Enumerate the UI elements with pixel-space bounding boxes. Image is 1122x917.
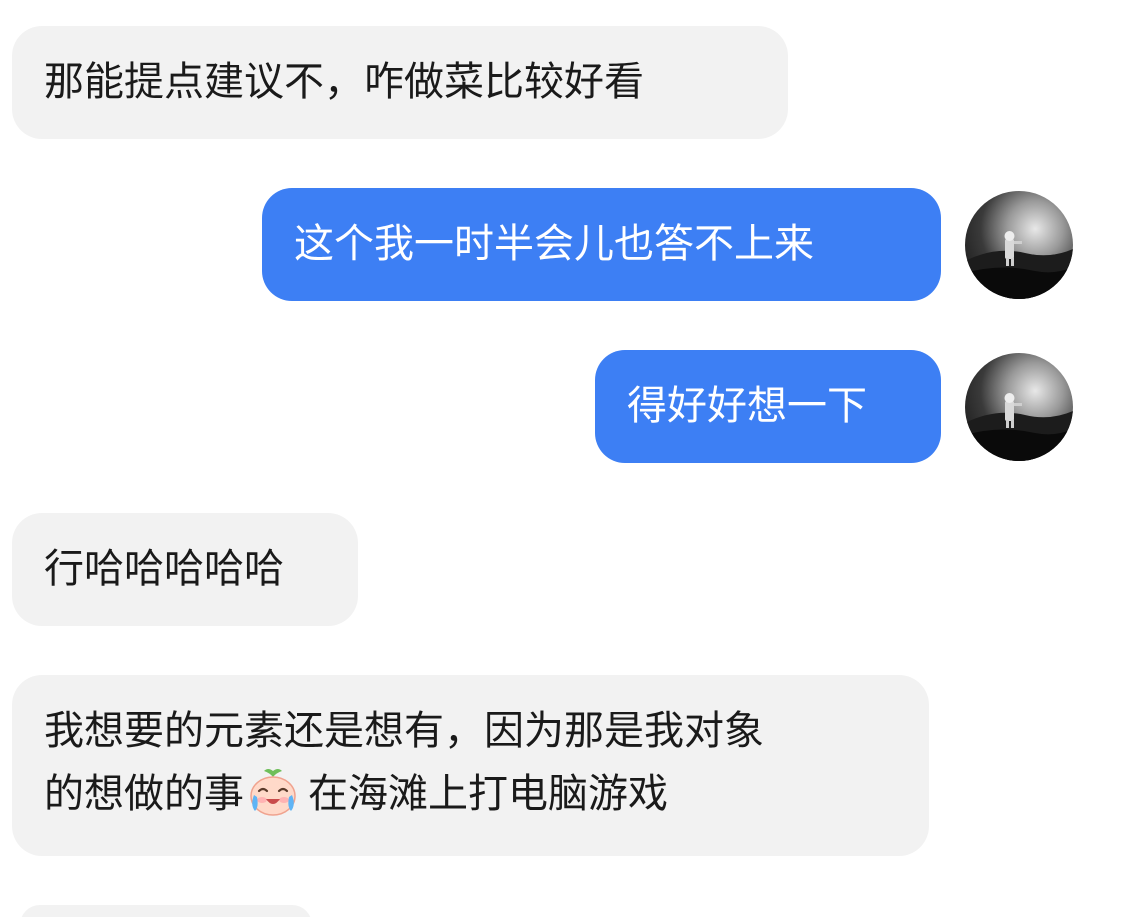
incoming-message-bubble[interactable]: 我想要的元素还是想有，因为那是我对象 的想做的事 在海滩上打电脑游戏 [12,675,929,856]
user-avatar[interactable] [965,191,1073,299]
astronaut-avatar-icon [965,393,1073,461]
message-text: 的想做的事 [44,771,244,817]
astronaut-avatar-icon [965,231,1073,299]
message-text-line: 的想做的事 在海滩上打电脑游戏 [44,765,897,822]
message-text: 那能提点建议不，咋做菜比较好看 [44,59,644,105]
outgoing-message-bubble[interactable]: 这个我一时半会儿也答不上来 [262,188,941,301]
incoming-message-bubble[interactable]: 那能提点建议不，咋做菜比较好看 [12,26,788,139]
message-text: 在海滩上打电脑游戏 [308,771,668,817]
user-avatar[interactable] [965,353,1073,461]
chat-message-list[interactable]: 那能提点建议不，咋做菜比较好看 这个我一时半会儿也答不上来 得好好想一下 行哈哈… [0,0,1122,917]
crying-laughing-peach-emoji-icon [246,765,300,819]
message-text: 行哈哈哈哈哈 [44,546,284,592]
outgoing-message-bubble[interactable]: 得好好想一下 [595,350,941,463]
message-text-line: 我想要的元素还是想有，因为那是我对象 [44,708,764,754]
message-text: 得好好想一下 [627,383,867,429]
message-text: 这个我一时半会儿也答不上来 [294,221,814,267]
incoming-message-bubble[interactable] [20,905,312,917]
incoming-message-bubble[interactable]: 行哈哈哈哈哈 [12,513,358,626]
